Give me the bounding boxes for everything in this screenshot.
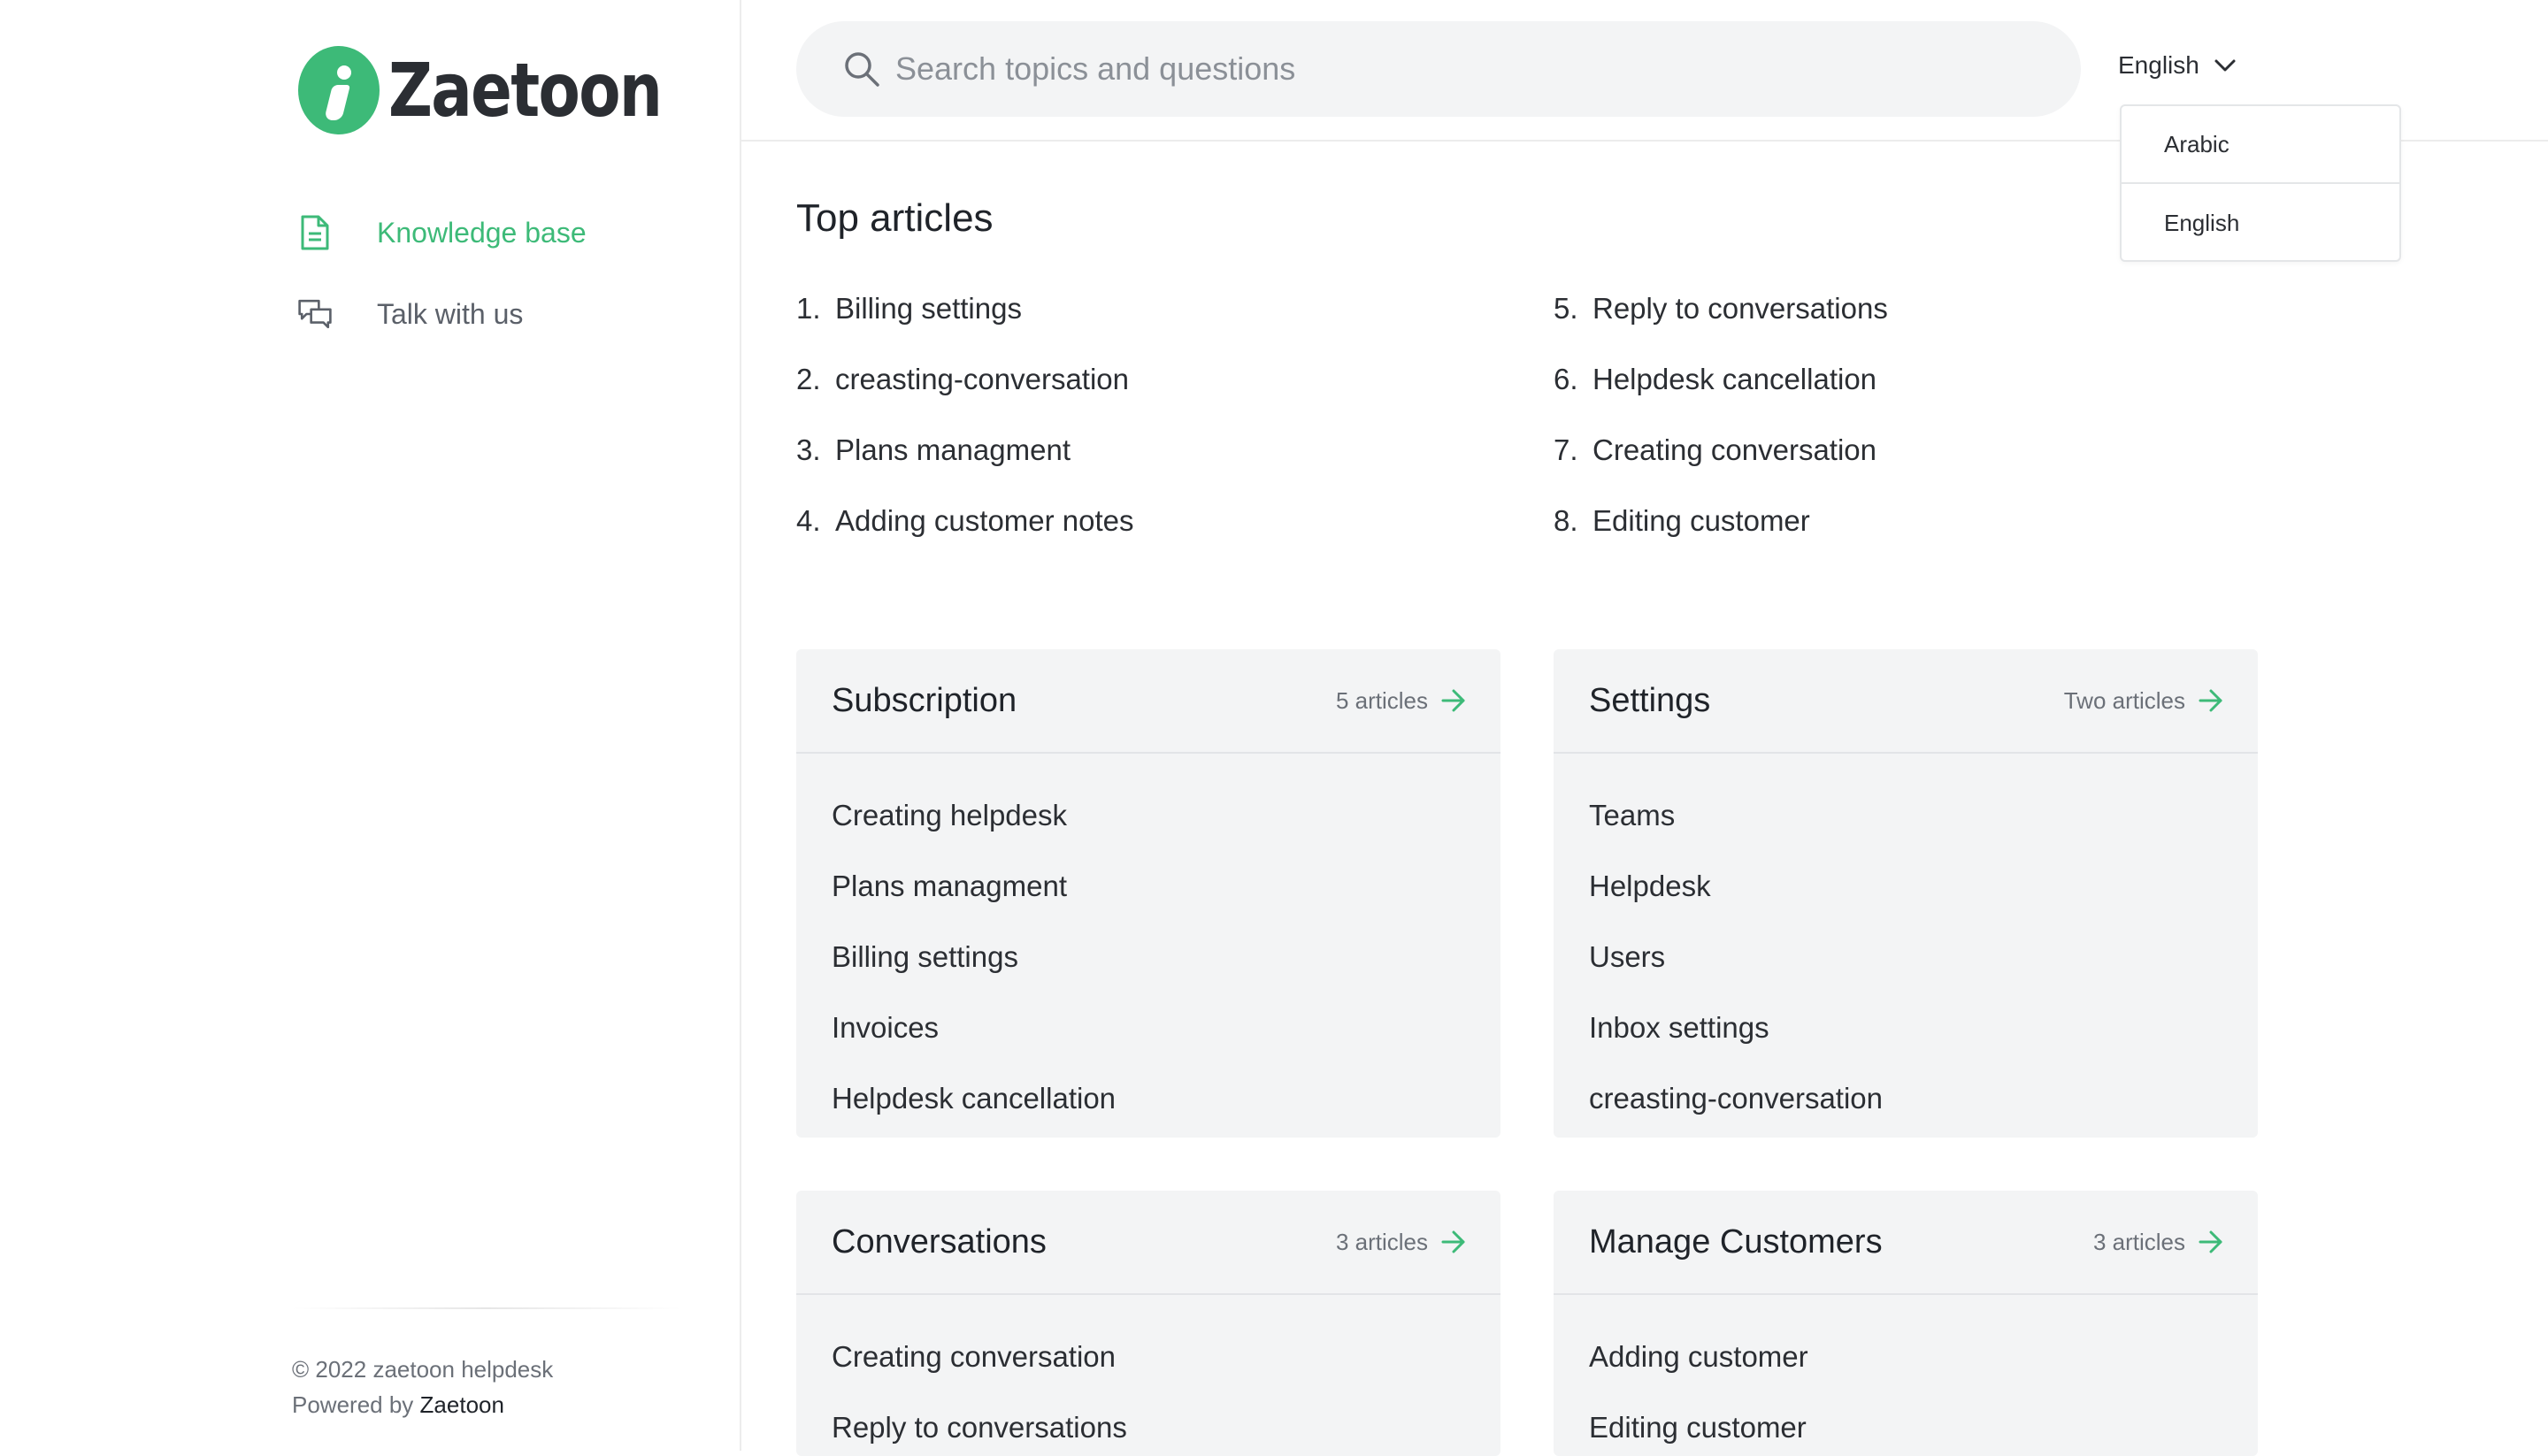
arrow-right-icon bbox=[2199, 1230, 2222, 1253]
article-title: Billing settings bbox=[835, 292, 1022, 325]
selected-language: English bbox=[2118, 51, 2199, 79]
powered-by-prefix: Powered by bbox=[292, 1391, 414, 1418]
category-card-conversations: Conversations 3 articles Creating conver… bbox=[796, 1191, 1500, 1456]
category-article-link[interactable]: Reply to conversations bbox=[796, 1392, 1500, 1456]
category-article-link[interactable]: Inbox settings bbox=[1554, 992, 2258, 1063]
category-articles: Teams Helpdesk Users Inbox settings crea… bbox=[1554, 754, 2258, 1134]
category-article-link[interactable]: Helpdesk bbox=[1554, 851, 2258, 922]
article-number: 2. bbox=[796, 363, 821, 395]
arrow-right-icon bbox=[1441, 1230, 1465, 1253]
category-header[interactable]: Subscription 5 articles bbox=[796, 649, 1500, 754]
top-article-link[interactable]: 2. creasting-conversation bbox=[796, 363, 1134, 433]
category-count-link[interactable]: Two articles bbox=[2064, 687, 2224, 715]
category-article-link[interactable]: Billing settings bbox=[796, 922, 1500, 992]
article-number: 1. bbox=[796, 292, 821, 325]
copyright-text: © 2022 zaetoon helpdesk bbox=[292, 1356, 554, 1383]
category-header[interactable]: Conversations 3 articles bbox=[796, 1191, 1500, 1295]
top-article-link[interactable]: 7. Creating conversation bbox=[1554, 433, 1888, 504]
top-article-link[interactable]: 4. Adding customer notes bbox=[796, 504, 1134, 575]
article-title: Helpdesk cancellation bbox=[1592, 363, 1877, 395]
info-logo-icon bbox=[298, 46, 380, 134]
powered-by-brand-link[interactable]: Zaetoon bbox=[420, 1391, 504, 1418]
article-count: Two articles bbox=[2063, 686, 2185, 714]
sidebar-item-talk-with-us[interactable]: Talk with us bbox=[297, 294, 523, 334]
language-selector[interactable]: English bbox=[2118, 51, 2237, 80]
top-article-link[interactable]: 3. Plans managment bbox=[796, 433, 1134, 504]
document-icon bbox=[297, 212, 333, 253]
search-bar[interactable] bbox=[796, 21, 2081, 117]
search-icon bbox=[845, 52, 879, 87]
article-title: Creating conversation bbox=[1592, 433, 1877, 466]
article-count: 5 articles bbox=[1335, 686, 1428, 714]
category-title: Settings bbox=[1589, 681, 1711, 719]
sidebar-footer: © 2022 zaetoon helpdesk Powered by Zaeto… bbox=[292, 1352, 553, 1422]
category-header[interactable]: Manage Customers 3 articles bbox=[1554, 1191, 2258, 1295]
category-article-link[interactable]: Teams bbox=[1554, 780, 2258, 851]
brand-logo[interactable]: Zaetoon bbox=[298, 46, 721, 134]
category-article-link[interactable]: Helpdesk cancellation bbox=[796, 1063, 1500, 1134]
article-title: Editing customer bbox=[1592, 504, 1810, 537]
sidebar-item-knowledge-base[interactable]: Knowledge base bbox=[297, 212, 587, 253]
article-number: 6. bbox=[1554, 363, 1578, 395]
arrow-right-icon bbox=[2199, 689, 2222, 712]
category-title: Manage Customers bbox=[1589, 1222, 1883, 1261]
article-title: Plans managment bbox=[835, 433, 1071, 466]
top-article-link[interactable]: 8. Editing customer bbox=[1554, 504, 1888, 575]
top-articles-list-right: 5. Reply to conversations 6. Helpdesk canc… bbox=[1554, 292, 1888, 575]
language-option-arabic[interactable]: Arabic bbox=[2122, 106, 2399, 184]
arrow-right-icon bbox=[1441, 689, 1465, 712]
top-article-link[interactable]: 6. Helpdesk cancellation bbox=[1554, 363, 1888, 433]
category-title: Subscription bbox=[832, 681, 1017, 719]
chevron-down-icon bbox=[2214, 59, 2236, 72]
category-card-manage-customers: Manage Customers 3 articles Adding custo… bbox=[1554, 1191, 2258, 1456]
category-title: Conversations bbox=[832, 1222, 1047, 1261]
language-option-english[interactable]: English bbox=[2122, 184, 2399, 262]
top-article-link[interactable]: 5. Reply to conversations bbox=[1554, 292, 1888, 363]
category-articles: Creating helpdesk Plans managment Billin… bbox=[796, 754, 1500, 1134]
article-number: 4. bbox=[796, 504, 821, 537]
footer-divider bbox=[292, 1307, 681, 1309]
category-card-subscription: Subscription 5 articles Creating helpdes… bbox=[796, 649, 1500, 1138]
top-articles-title: Top articles bbox=[796, 196, 994, 240]
top-articles-list-left: 1. Billing settings 2. creasting-conversat… bbox=[796, 292, 1134, 575]
search-input[interactable] bbox=[894, 50, 2047, 88]
article-count: 3 articles bbox=[2092, 1228, 2185, 1255]
category-article-link[interactable]: Creating conversation bbox=[796, 1322, 1500, 1392]
category-article-link[interactable]: Editing customer bbox=[1554, 1392, 2258, 1456]
category-article-link[interactable]: Users bbox=[1554, 922, 2258, 992]
article-title: Reply to conversations bbox=[1592, 292, 1888, 325]
article-number: 3. bbox=[796, 433, 821, 466]
category-article-link[interactable]: Adding customer bbox=[1554, 1322, 2258, 1392]
category-count-link[interactable]: 5 articles bbox=[1336, 687, 1467, 715]
category-count-link[interactable]: 3 articles bbox=[1336, 1229, 1467, 1256]
article-number: 8. bbox=[1554, 504, 1578, 537]
language-dropdown: Arabic English bbox=[2120, 104, 2401, 262]
article-number: 7. bbox=[1554, 433, 1578, 466]
sidebar: Zaetoon Knowledge base Talk with us © 20… bbox=[0, 0, 741, 1451]
article-number: 5. bbox=[1554, 292, 1578, 325]
category-articles: Adding customer Editing customer bbox=[1554, 1295, 2258, 1456]
category-count-link[interactable]: 3 articles bbox=[2093, 1229, 2224, 1256]
category-articles: Creating conversation Reply to conversat… bbox=[796, 1295, 1500, 1456]
sidebar-item-label: Knowledge base bbox=[377, 216, 587, 249]
article-title: Adding customer notes bbox=[835, 504, 1134, 537]
category-article-link[interactable]: Plans managment bbox=[796, 851, 1500, 922]
category-card-settings: Settings Two articles Teams Helpdesk Use… bbox=[1554, 649, 2258, 1138]
category-article-link[interactable]: Creating helpdesk bbox=[796, 780, 1500, 851]
brand-name: Zaetoon bbox=[388, 47, 663, 134]
sidebar-item-label: Talk with us bbox=[377, 297, 524, 330]
article-count: 3 articles bbox=[1335, 1228, 1428, 1255]
article-title: creasting-conversation bbox=[835, 363, 1129, 395]
category-article-link[interactable]: creasting-conversation bbox=[1554, 1063, 2258, 1134]
category-article-link[interactable]: Invoices bbox=[796, 992, 1500, 1063]
top-article-link[interactable]: 1. Billing settings bbox=[796, 292, 1134, 363]
category-header[interactable]: Settings Two articles bbox=[1554, 649, 2258, 754]
powered-by: Powered by Zaetoon bbox=[292, 1387, 553, 1422]
chat-bubbles-icon bbox=[297, 294, 333, 334]
